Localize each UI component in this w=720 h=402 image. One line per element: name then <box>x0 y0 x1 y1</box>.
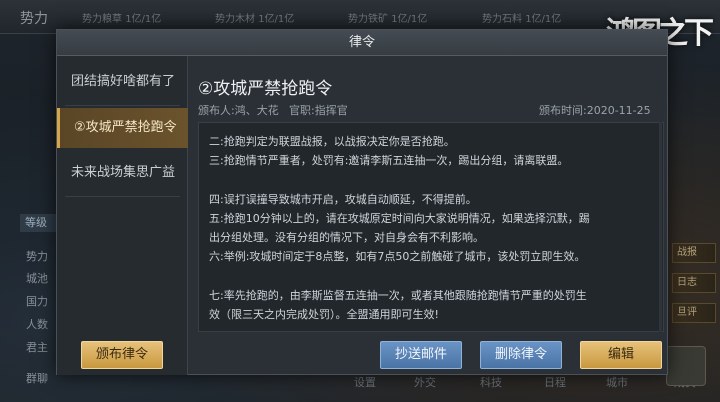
scrollbar[interactable] <box>659 122 662 332</box>
decree-modal: 律令 团结搞好啥都有了 ②攻城严禁抢跑令 未来战场集思广益 颁布律令 ②攻城严禁… <box>56 29 668 375</box>
resource-iron: 势力铁矿 1亿/1亿 <box>348 14 428 25</box>
decree-line: 效（限三天之内完成处罚）。全盟通用即可生效! <box>209 308 439 321</box>
row-label: 人数 <box>26 318 48 331</box>
divider <box>65 196 180 197</box>
modal-title: 律令 <box>57 30 667 56</box>
nav-schedule[interactable]: 日程 <box>544 374 566 390</box>
review-chip[interactable]: 旦评 <box>672 303 716 323</box>
left-faction-panel: 等级 势力 城池 国力 人数 君主 群聊 <box>0 200 58 400</box>
decree-line: 出分组处理。没有分组的情况下，对自身会有不利影响。 <box>209 231 484 244</box>
resource-wood: 势力木材 1亿/1亿 <box>215 14 295 25</box>
cc-mail-button[interactable]: 抄送邮件 <box>380 341 462 369</box>
decree-tab-no-early-attack[interactable]: ②攻城严禁抢跑令 <box>57 108 188 148</box>
decree-rank: 官职:指挥官 <box>289 104 348 117</box>
members-icon[interactable] <box>666 346 706 386</box>
decree-tab-unity[interactable]: 团结搞好啥都有了 <box>57 62 188 102</box>
row-label: 城池 <box>26 272 48 285</box>
decree-list: 团结搞好啥都有了 ②攻城严禁抢跑令 未来战场集思广益 颁布律令 <box>57 56 188 375</box>
delete-decree-button[interactable]: 删除律令 <box>480 341 562 369</box>
nav-city[interactable]: 城市 <box>606 374 628 390</box>
decree-line: 三:抢跑情节严重者，处罚有:邀请李斯五连抽一次，踢出分组，请离联盟。 <box>209 154 569 167</box>
decree-issuer: 颁布人:鸿、大花 <box>198 104 279 117</box>
nav-settings[interactable]: 设置 <box>354 374 376 390</box>
decree-body: 二:抢跑判定为联盟战报，以战报决定你是否抢跑。 三:抢跑情节严重者，处罚有:邀请… <box>198 122 664 332</box>
publish-decree-button[interactable]: 颁布律令 <box>81 341 163 369</box>
row-label: 势力 <box>26 250 48 263</box>
decree-line: 二:抢跑判定为联盟战报，以战报决定你是否抢跑。 <box>209 135 455 148</box>
divider <box>65 105 180 106</box>
battle-report-chip[interactable]: 战报 <box>672 243 716 263</box>
level-tab[interactable]: 等级 <box>20 214 56 232</box>
nav-diplomacy[interactable]: 外交 <box>414 374 436 390</box>
resource-food: 势力粮草 1亿/1亿 <box>82 14 162 25</box>
row-label: 国力 <box>26 295 48 308</box>
decree-date: 颁布时间:2020-11-25 <box>539 104 651 117</box>
row-label: 君主 <box>26 341 48 354</box>
decree-line: 六:举例:攻城时间定于8点整，如有7点50之前触碰了城市，该处罚立即生效。 <box>209 250 586 263</box>
edit-button[interactable]: 编辑 <box>580 341 662 369</box>
nav-tech[interactable]: 科技 <box>480 374 502 390</box>
row-label: 群聊 <box>26 372 48 385</box>
decree-heading: ②攻城严禁抢跑令 <box>198 79 333 99</box>
log-chip[interactable]: 日志 <box>672 273 716 293</box>
faction-title: 势力 <box>20 11 48 27</box>
resource-stone: 势力石料 1亿/1亿 <box>482 14 562 25</box>
decree-tab-future-battlefield[interactable]: 未来战场集思广益 <box>57 153 188 193</box>
decree-line: 四:误打误撞导致城市开启，攻城自动顺延，不得提前。 <box>209 193 477 206</box>
decree-line: 五:抢跑10分钟以上的，请在攻城原定时间向大家说明情况，如果选择沉默，踢 <box>209 212 590 225</box>
decree-line: 七:率先抢跑的，由李斯监督五连抽一次，或者其他跟随抢跑情节严重的处罚生 <box>209 289 587 302</box>
